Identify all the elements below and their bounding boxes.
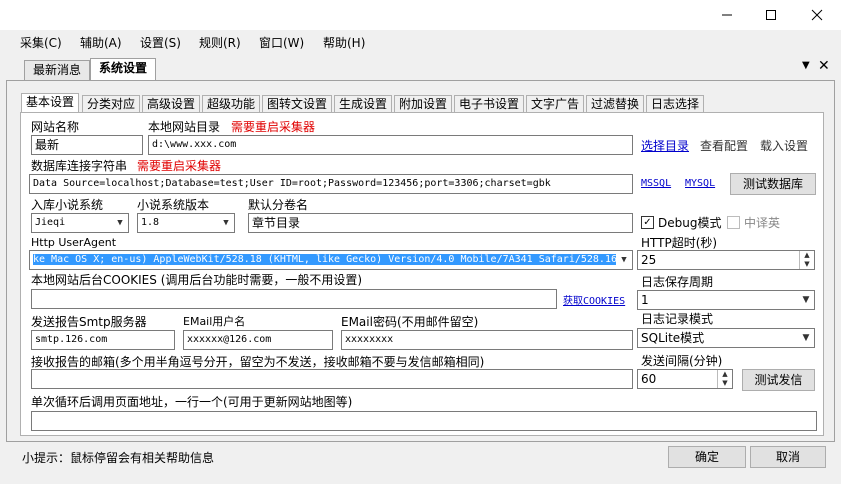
view-config-link[interactable]: 查看配置	[700, 137, 748, 154]
email-password-label: EMail密码(不用邮件留空)	[341, 315, 479, 329]
db-conn-label: 数据库连接字符串	[31, 159, 128, 173]
novel-version-select[interactable]: 1.8 ▼	[137, 213, 235, 233]
novel-version-label: 小说系统版本	[137, 198, 210, 212]
log-period-select[interactable]: 1 ▼	[637, 290, 815, 310]
novel-version-value: 1.8	[141, 217, 160, 228]
recv-mail-input[interactable]	[31, 369, 633, 389]
tab-category-mapping[interactable]: 分类对应	[82, 95, 141, 113]
smtp-label: 发送报告Smtp服务器	[31, 315, 147, 329]
close-button[interactable]	[794, 0, 840, 30]
default-volume-input[interactable]: 章节目录	[248, 213, 633, 233]
email-password-input[interactable]: xxxxxxxx	[341, 330, 633, 350]
tab-extra-settings[interactable]: 附加设置	[394, 95, 453, 113]
send-interval-label: 发送间隔(分钟)	[641, 354, 723, 368]
recv-mail-label: 接收报告的邮箱(多个用半角逗号分开，留空为不发送，接收邮箱不要与发信邮箱相同)	[31, 355, 485, 369]
http-timeout-label: HTTP超时(秒)	[641, 236, 718, 250]
close-icon	[811, 9, 823, 21]
tab-close-icon[interactable]: ✕	[818, 58, 830, 74]
user-agent-value: ke Mac OS X; en-us) AppleWebKit/528.18 (…	[33, 254, 617, 265]
zh-en-label: 中译英	[744, 216, 781, 230]
local-dir-label: 本地网站目录	[148, 120, 221, 134]
log-mode-value: SQLite模式	[641, 331, 705, 345]
http-timeout-spinner[interactable]: 25 ▲ ▼	[637, 250, 815, 270]
loop-url-label: 单次循环后调用页面地址，一行一个(可用于更新网站地图等)	[31, 395, 353, 409]
tab-list-dropdown-icon[interactable]: ▼	[802, 60, 810, 71]
spinner-arrows-icon[interactable]: ▲ ▼	[799, 251, 814, 269]
test-db-button[interactable]: 测试数据库	[730, 173, 816, 195]
site-name-input[interactable]: 最新	[31, 135, 143, 155]
loop-url-input[interactable]	[31, 411, 817, 431]
minimize-button[interactable]	[704, 0, 750, 30]
tab-advanced-settings[interactable]: 高级设置	[142, 95, 201, 113]
log-period-label: 日志保存周期	[641, 275, 714, 289]
debug-mode-checkbox[interactable]: ✓	[641, 216, 654, 229]
log-mode-select[interactable]: SQLite模式 ▼	[637, 328, 815, 348]
send-interval-spinner[interactable]: 60 ▲ ▼	[637, 369, 733, 389]
get-cookies-link[interactable]: 获取COOKIES	[563, 292, 625, 307]
tab-image-to-text[interactable]: 图转文设置	[262, 95, 333, 113]
mysql-link[interactable]: MYSQL	[685, 178, 715, 189]
chevron-down-icon: ▼	[802, 295, 810, 305]
menu-assist[interactable]: 辅助(A)	[80, 34, 122, 52]
menu-collect[interactable]: 采集(C)	[20, 34, 62, 52]
menu-help[interactable]: 帮助(H)	[323, 34, 365, 52]
maximize-button[interactable]	[748, 0, 794, 30]
db-conn-restart-note: 需要重启采集器	[137, 159, 222, 173]
tab-basic-settings[interactable]: 基本设置	[21, 93, 80, 113]
local-dir-input[interactable]: d:\www.xxx.com	[148, 135, 633, 155]
tab-ebook-settings[interactable]: 电子书设置	[454, 95, 525, 113]
chevron-down-icon: ▼	[117, 218, 123, 228]
menu-settings[interactable]: 设置(S)	[140, 34, 181, 52]
log-mode-label: 日志记录模式	[641, 312, 714, 326]
site-name-label: 网站名称	[31, 120, 80, 134]
menu-bar	[0, 30, 841, 56]
mssql-link[interactable]: MSSQL	[641, 178, 671, 189]
http-timeout-value: 25	[641, 253, 657, 267]
checkmark-icon: ✓	[643, 216, 652, 228]
doc-tab-news[interactable]: 最新消息	[24, 60, 91, 80]
tab-text-ads[interactable]: 文字广告	[526, 95, 585, 113]
user-agent-select[interactable]: ke Mac OS X; en-us) AppleWebKit/528.18 (…	[29, 250, 633, 270]
select-dir-link[interactable]: 选择目录	[641, 137, 689, 154]
novel-system-label: 入库小说系统	[31, 198, 104, 212]
send-interval-value: 60	[641, 372, 657, 386]
maximize-icon	[766, 10, 776, 20]
db-conn-input[interactable]: Data Source=localhost;Database=test;User…	[29, 174, 633, 194]
tab-super-functions[interactable]: 超级功能	[202, 95, 261, 113]
email-user-label: EMail用户名	[183, 315, 246, 328]
cancel-button[interactable]: 取消	[750, 446, 826, 468]
tab-filter-replace[interactable]: 过滤替换	[586, 95, 645, 113]
load-settings-link[interactable]: 载入设置	[760, 137, 808, 154]
email-user-input[interactable]: xxxxxx@126.com	[183, 330, 333, 350]
user-agent-label: Http UserAgent	[31, 236, 117, 249]
zh-en-checkbox[interactable]	[727, 216, 740, 229]
cookies-input[interactable]	[31, 289, 557, 309]
spinner-arrows-icon[interactable]: ▲ ▼	[717, 370, 732, 388]
chevron-down-icon: ▼	[802, 333, 810, 343]
test-send-button[interactable]: 测试发信	[742, 369, 815, 391]
tab-log-select[interactable]: 日志选择	[646, 95, 705, 113]
cookies-label: 本地网站后台COOKIES (调用后台功能时需要，一般不用设置)	[31, 273, 363, 287]
local-dir-restart-note: 需要重启采集器	[231, 120, 316, 134]
log-period-value: 1	[641, 293, 649, 307]
debug-mode-label: Debug模式	[658, 216, 722, 230]
help-tip: 小提示：鼠标停留会有相关帮助信息	[22, 451, 215, 465]
tab-generate-settings[interactable]: 生成设置	[334, 95, 393, 113]
novel-system-select[interactable]: Jieqi ▼	[31, 213, 129, 233]
chevron-down-icon: ▼	[616, 251, 632, 269]
doc-tab-system-settings[interactable]: 系统设置	[90, 58, 157, 80]
novel-system-value: Jieqi	[35, 217, 66, 228]
default-volume-label: 默认分卷名	[248, 198, 309, 212]
minimize-icon	[722, 14, 732, 16]
chevron-down-icon: ▼	[223, 218, 229, 228]
menu-rules[interactable]: 规则(R)	[199, 34, 241, 52]
ok-button[interactable]: 确定	[668, 446, 746, 468]
menu-window[interactable]: 窗口(W)	[259, 34, 304, 52]
smtp-input[interactable]: smtp.126.com	[31, 330, 175, 350]
